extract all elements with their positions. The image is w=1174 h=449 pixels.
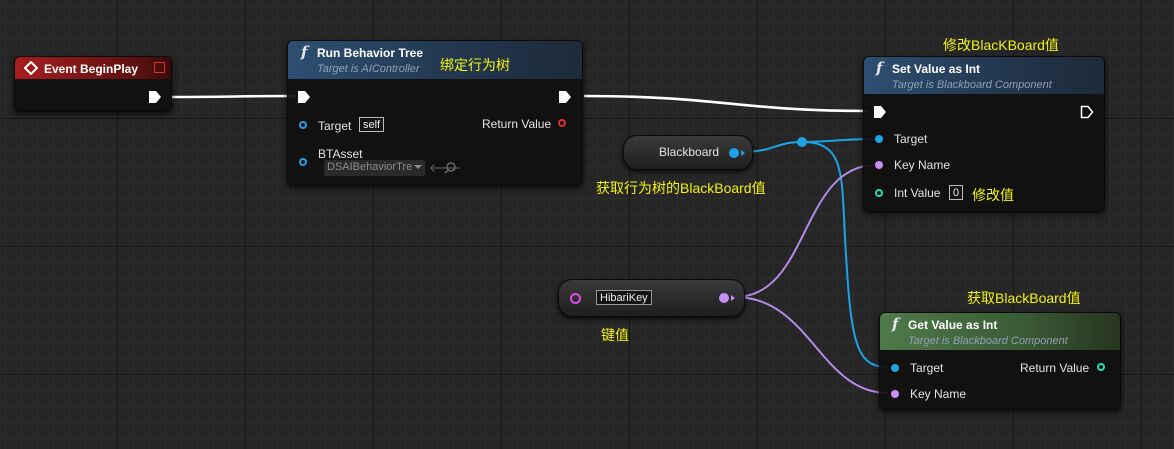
target-pin[interactable] xyxy=(891,364,899,372)
return-value-label: Return Value xyxy=(482,117,552,131)
exec-input-pin-icon[interactable] xyxy=(297,90,311,104)
return-value-pin[interactable] xyxy=(558,119,566,127)
keyname-label: Key Name xyxy=(894,158,951,172)
run-bt-title: Run Behavior Tree xyxy=(317,46,424,60)
blackboard-pin-arrow-icon xyxy=(741,150,745,156)
browse-search-icon[interactable] xyxy=(444,162,456,174)
event-delegate-pin[interactable] xyxy=(154,62,165,73)
blackboard-variable-label: Blackboard xyxy=(659,145,720,159)
exec-input-pin-icon[interactable] xyxy=(873,105,887,119)
blackboard-wire-to-set-target[interactable] xyxy=(739,138,877,153)
target-pin[interactable] xyxy=(875,135,883,143)
function-icon: f xyxy=(301,43,308,61)
exec-output-pin-icon[interactable] xyxy=(558,90,572,104)
run-behavior-tree-node[interactable]: f Run Behavior Tree Target is AIControll… xyxy=(287,40,583,186)
event-beginplay-node[interactable]: Event BeginPlay xyxy=(14,56,172,112)
event-node-title: Event BeginPlay xyxy=(44,62,139,76)
target-label: Target xyxy=(318,119,352,133)
keyname-pin[interactable] xyxy=(875,161,883,169)
function-icon: f xyxy=(876,59,883,77)
annotation-get-blackboard: 获取BlackBoard值 xyxy=(967,290,1081,306)
event-diamond-icon xyxy=(24,61,38,75)
btasset-dropdown[interactable]: DSAIBehaviorTre xyxy=(324,160,425,176)
annotation-get-tree-blackboard: 获取行为树的BlackBoard值 xyxy=(596,180,766,196)
exec-output-pin-icon[interactable] xyxy=(1080,105,1094,119)
get-value-subtitle: Target is Blackboard Component xyxy=(908,335,1068,347)
name-output-pin[interactable] xyxy=(719,293,729,303)
set-value-subtitle: Target is Blackboard Component xyxy=(892,79,1052,91)
get-value-as-int-node[interactable]: f Get Value as Int Target is Blackboard … xyxy=(879,312,1121,410)
exec-wire-run-to-set[interactable] xyxy=(583,94,869,113)
int-value-pin[interactable] xyxy=(875,189,883,197)
name-literal-node[interactable]: HibariKey xyxy=(558,279,745,317)
annotation-bind-tree: 绑定行为树 xyxy=(440,57,510,73)
annotation-modify-value: 修改值 xyxy=(972,187,1014,203)
return-value-pin[interactable] xyxy=(1097,363,1105,371)
int-value-label: Int Value xyxy=(894,186,941,200)
keyname-label: Key Name xyxy=(910,387,967,401)
function-icon: f xyxy=(892,315,899,333)
name-input-pin[interactable] xyxy=(570,293,581,304)
blackboard-output-pin[interactable] xyxy=(729,148,739,158)
get-value-title: Get Value as Int xyxy=(908,318,998,332)
annotation-key-value: 键值 xyxy=(601,327,629,343)
target-pin[interactable] xyxy=(299,121,307,129)
btasset-pin[interactable] xyxy=(299,158,307,166)
name-literal-field[interactable]: HibariKey xyxy=(596,290,652,305)
set-value-title: Set Value as Int xyxy=(892,62,981,76)
name-pin-arrow-icon xyxy=(731,295,735,301)
name-wire-to-get-keyname[interactable] xyxy=(734,296,889,394)
target-self-field[interactable]: self xyxy=(359,117,385,132)
chevron-down-icon xyxy=(414,165,422,169)
wire-reroute-dot[interactable] xyxy=(797,137,807,147)
return-value-label: Return Value xyxy=(1020,361,1090,375)
blackboard-variable-node[interactable]: Blackboard xyxy=(623,135,753,170)
int-value-field[interactable]: 0 xyxy=(949,185,964,200)
run-bt-subtitle: Target is AIController xyxy=(317,63,420,75)
btasset-label: BTAsset xyxy=(318,147,363,161)
exec-output-pin-icon[interactable] xyxy=(148,90,162,104)
keyname-pin[interactable] xyxy=(891,390,899,398)
btasset-value: DSAIBehaviorTre xyxy=(327,161,413,173)
target-label: Target xyxy=(894,132,928,146)
annotation-modify-blackboard: 修改BlacKBoard值 xyxy=(943,37,1059,53)
exec-wire-begin-to-run[interactable] xyxy=(171,94,297,99)
target-label: Target xyxy=(910,361,944,375)
